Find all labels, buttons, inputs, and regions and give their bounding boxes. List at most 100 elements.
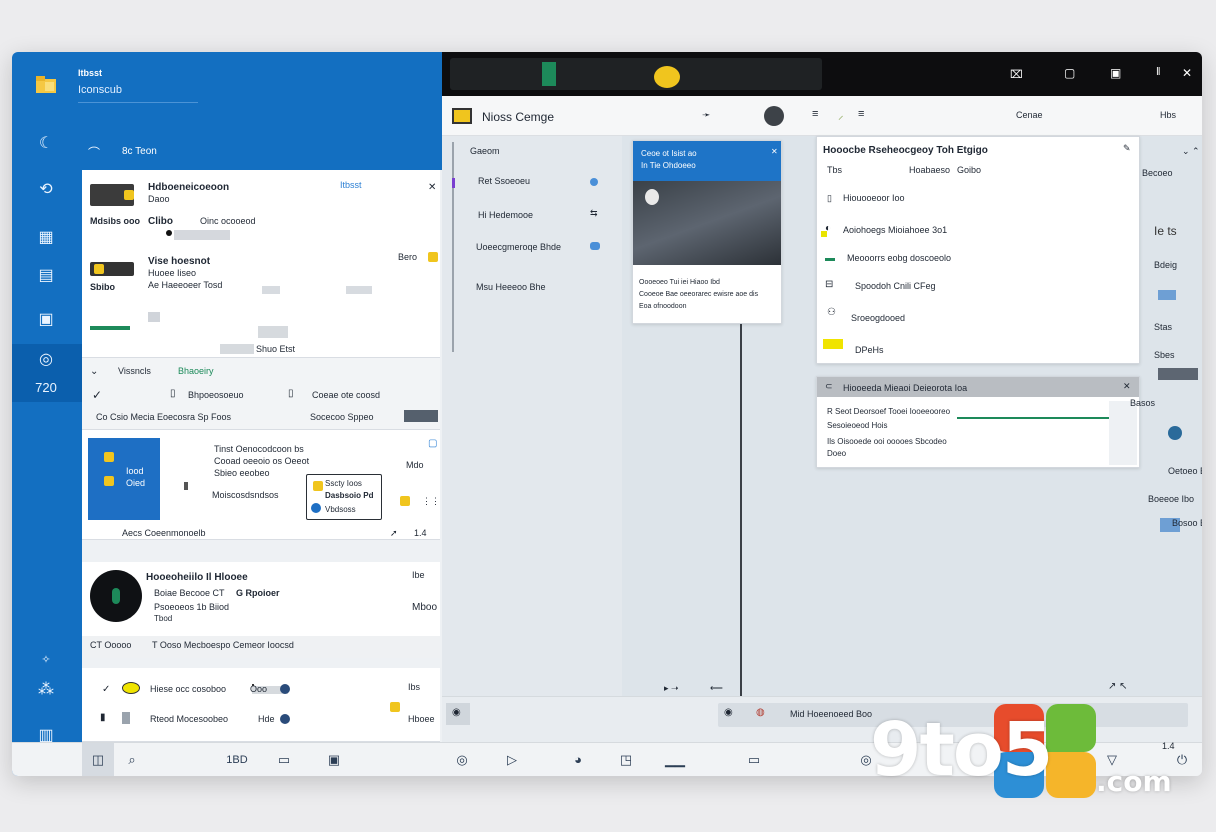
taskbar-label-1[interactable]: 1BD [222,751,252,769]
contact-footer1[interactable]: CT Ooooo [90,640,131,650]
promo-flag-icon[interactable] [400,496,410,506]
bottom-tab-label[interactable]: Mid Hoeenoeed Boo [790,709,872,719]
shell-icon[interactable]: ☾ [26,132,66,156]
detail-tab-2[interactable]: Hoabaeso [909,165,950,175]
search-icon[interactable]: ⌕ [122,751,142,769]
chat-icon[interactable]: ◕ [568,751,588,769]
lower-arrow-icon[interactable]: ▸ ➝ [664,683,679,694]
nav-item-2-icon[interactable]: ⇆ [590,208,598,219]
filter-left[interactable]: Vissncls [118,366,151,376]
system-icon[interactable]: ◫ [88,751,108,769]
top-square-icon[interactable]: ▢ [1064,66,1075,80]
menu-icon[interactable]: ≡ [812,108,818,120]
detail-item-3[interactable]: Meooorrs eobg doscoeolo [847,253,951,263]
promo-more-icon[interactable]: ⋮⋮ [422,496,440,507]
detail-pin-icon[interactable]: ✎ [1123,143,1131,154]
filter-mid[interactable]: Bhaoeiry [178,366,214,376]
check-icon[interactable]: ✓ [92,388,102,402]
lower-left-icon[interactable]: ◉ [452,707,461,718]
far-right-arrow-icon[interactable]: ⌄ ⌃ [1182,146,1200,157]
far-right-6[interactable]: Basos [1130,398,1155,408]
calendar-icon[interactable]: ▤ [26,264,66,288]
far-right-1[interactable]: Becoeo [1142,168,1173,178]
filter-toggle[interactable] [404,410,438,422]
filter-item2[interactable]: Coeae ote coosd [312,390,380,400]
article-card[interactable]: Ceoe ot Isist ao In Tie Ohdoeeo ✕ Oooeoe… [632,140,782,324]
top-close-icon[interactable]: ✕ [1182,66,1192,80]
detail-item-6[interactable]: DPeHs [855,345,884,355]
detail-item-5[interactable]: Sroeogdooed [851,313,905,323]
folder-icon[interactable] [26,74,66,98]
far-right-9[interactable]: Bosoo Boo [1172,518,1202,528]
left-bottom-card[interactable]: ✓ Hiese occ cosoboo Ooo ▮ Rteod Mocesoob… [82,668,440,742]
window-icon[interactable]: ▭ [744,751,764,769]
card1-side-link[interactable]: Itbsst [340,180,362,190]
nav-item-2[interactable]: Hi Hedemooe [478,210,533,220]
promo-tile[interactable]: Iood Oied [88,438,160,520]
detail-tab-1[interactable]: Tbs [827,165,842,175]
filter-chevron-icon[interactable]: ⌄ [90,366,98,377]
far-right-8[interactable]: Boeeoe Ibo [1148,494,1194,504]
contact-footer2[interactable]: T Ooso Mecboespo Cemeor Ioocsd [152,640,294,650]
detail2-scrollbar[interactable] [1109,401,1137,465]
doc2-icon[interactable]: ▯ [288,388,294,399]
detail-item-1[interactable]: Hiouooeoor Ioo [843,193,905,203]
far-right-4[interactable]: Stas [1154,322,1172,332]
filter-item1[interactable]: Bhpoeosoeuo [188,390,244,400]
promo-footer-arrow-icon[interactable]: ➚ [390,528,398,539]
far-right-toggle[interactable] [1158,368,1198,380]
far-right-2[interactable]: Ie ts [1154,224,1177,238]
title-right-label[interactable]: Cenae [1016,110,1043,120]
nav-item-3[interactable]: Uoeecgmeroqe Bhde [476,242,561,252]
bottom-flag-icon[interactable] [390,702,400,712]
detail2-close-icon[interactable]: ✕ [1123,381,1131,392]
far-right-7[interactable]: Oetoeo Boe [1168,466,1202,476]
article-close-icon[interactable]: ✕ [771,147,778,156]
lower-expand-icon[interactable]: ↗ ↖ [1108,681,1128,692]
header-filter-label[interactable]: 8c Teon [122,146,157,157]
left-promo-card[interactable]: Iood Oied Tinst Oenocodcoon bs Cooad oee… [82,430,440,540]
pin-icon[interactable]: ◎ [26,348,66,372]
files-icon[interactable]: ▭ [274,751,294,769]
detail2-panel[interactable]: ⊂ Hiooeeda Mieaoi Deieorota Ioa ✕ R Seot… [816,376,1140,468]
nav-item-4[interactable]: Msu Heeeoo Bhe [476,282,546,292]
filter-item4[interactable]: Socecoo Sppeo [310,412,374,422]
share-icon[interactable]: ⁂ [26,678,66,702]
card1-close-icon[interactable]: ✕ [428,182,436,193]
detail-tab-3[interactable]: Goibo [957,165,981,175]
chart-icon[interactable]: ▦ [26,226,66,250]
far-right-5[interactable]: Sbes [1154,350,1175,360]
nav-item-1[interactable]: Ret Ssoeoeu [478,176,530,186]
detail-item-2[interactable]: Aoiohoegs Mioiahoee 3o1 [843,225,947,235]
clock-icon[interactable]: ▁▁ [660,751,690,769]
flag-small-icon[interactable]: ⸝ [838,108,844,123]
top-window-icon[interactable]: ▣ [1110,66,1121,80]
top-minimize-icon[interactable]: ‖ [1156,66,1161,78]
doc-icon[interactable]: ▯ [170,388,176,399]
back-arrow-icon[interactable]: ➛ [702,110,710,121]
bottom-bag-icon[interactable]: ▮ [100,712,106,723]
detail-panel[interactable]: Hooocbe Rseheocgeoy Toh Etgigo ✎ Tbs Hoa… [816,136,1140,364]
filter-item3[interactable]: Co Csio Mecia Eoecosra Sp Foos [96,412,231,422]
globe-icon[interactable]: ◎ [452,751,472,769]
lower-line-icon[interactable]: ⟵ [710,683,723,694]
far-right-3[interactable]: Bdeig [1154,260,1177,270]
card2-flag-icon[interactable] [428,252,438,262]
list-icon[interactable]: ≡ [858,108,864,120]
bottom-check-icon[interactable]: ✓ [102,684,110,695]
left-contact-card[interactable]: Hooeoheiilo Il Hlooee Boiae Becooe CT G … [82,562,440,658]
filter-icon[interactable]: ⌒ [88,144,100,161]
detail-item-4[interactable]: Spoodoh Cnili CFeg [855,281,936,291]
star-icon[interactable]: ✧ [26,648,66,672]
account-avatar[interactable] [764,106,784,126]
terminal-icon[interactable]: ▷ [502,751,522,769]
promo-popup[interactable]: Sscty Ioos Dasbsoio Pd Vbdsoss [306,474,382,520]
notes-icon[interactable]: ▣ [26,308,66,332]
history-icon[interactable]: ⟲ [26,178,66,202]
left-card-1[interactable]: Hdboeneicoeoon Daoo Itbsst ✕ Mdsibs ooo … [82,170,440,358]
mail-icon[interactable]: ◳ [616,751,636,769]
top-device-icon[interactable]: ⌧ [1010,68,1023,81]
store-icon[interactable]: ▣ [324,751,344,769]
title-far-right[interactable]: Hbs [1160,110,1176,120]
bottom-tab-icon[interactable]: ◉ [724,707,733,718]
